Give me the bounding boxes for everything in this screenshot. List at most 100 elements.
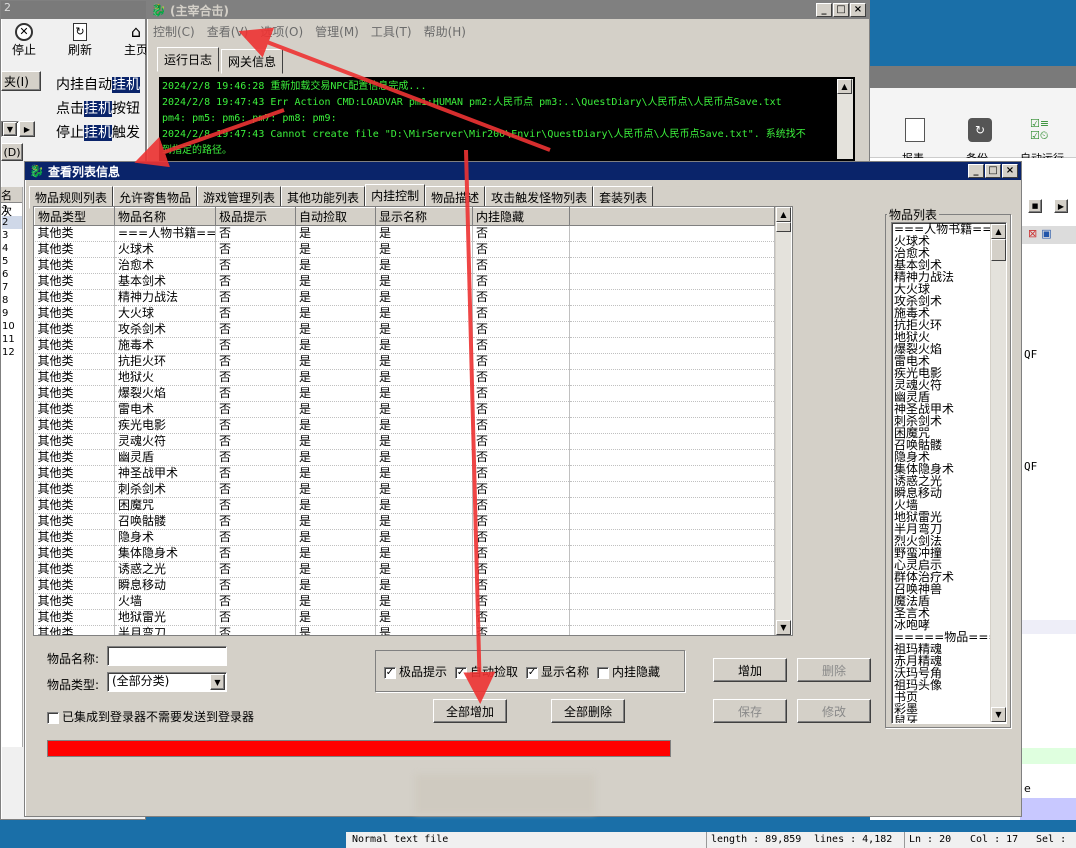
tab-run-log[interactable]: 运行日志	[157, 47, 220, 72]
scroll-thumb[interactable]	[776, 222, 791, 232]
table-cell: 否	[215, 273, 296, 290]
table-cell: 其他类	[34, 593, 115, 610]
add-button[interactable]: 增加	[713, 658, 787, 682]
menu-view[interactable]: 查看(V)	[207, 23, 249, 40]
item-list-scrollbar[interactable]: ▲ ▼	[990, 224, 1006, 722]
right-pause-button[interactable]: ■	[1028, 199, 1042, 213]
table-row[interactable]: 其他类 大火球否是是否	[34, 305, 775, 322]
item-type-select[interactable]: (全部分类)	[107, 672, 227, 692]
table-row[interactable]: 其他类 火球术否是是否	[34, 241, 775, 258]
menu-help[interactable]: 帮助(H)	[424, 23, 466, 40]
menu-options[interactable]: 选项(O)	[260, 23, 303, 40]
table-row[interactable]: 其他类 集体隐身术否是是否	[34, 545, 775, 562]
table-row[interactable]: 其他类 召唤骷髅否是是否	[34, 513, 775, 530]
table-row[interactable]: 其他类 基本剑术否是是否	[34, 273, 775, 290]
maximize-button[interactable]: □	[833, 3, 849, 17]
table-row[interactable]: 其他类 疾光电影否是是否	[34, 417, 775, 434]
option-checkbox[interactable]: ✓ 极品提示	[384, 663, 447, 680]
table-row[interactable]: 其他类 爆裂火焰否是是否	[34, 385, 775, 402]
table-cell: 否	[472, 481, 570, 498]
close-button[interactable]: ×	[1002, 164, 1018, 178]
right-play-button[interactable]: ▶	[1054, 199, 1068, 213]
scroll-up-arrow[interactable]: ▲	[837, 79, 852, 94]
delete-button[interactable]: 删除	[797, 658, 871, 682]
scroll-down-arrow[interactable]: ▼	[776, 620, 791, 635]
left-next-arrow[interactable]: ▶	[19, 121, 35, 137]
report-icon[interactable]	[905, 118, 925, 142]
stop-button[interactable]: ✕ 停止	[7, 23, 41, 58]
chevron-down-icon[interactable]: ▼	[210, 674, 225, 690]
column-header[interactable]: 物品类型	[34, 207, 115, 226]
table-scrollbar[interactable]: ▲ ▼	[775, 207, 791, 635]
table-row[interactable]: 其他类 半月弯刀否是是否	[34, 625, 775, 635]
table-row[interactable]: 其他类 地狱雷光否是是否	[34, 609, 775, 626]
table-row[interactable]: 其他类 灵魂火符否是是否	[34, 433, 775, 450]
checkbox-box[interactable]: ✓	[384, 666, 396, 679]
checkbox-box[interactable]: ✓	[526, 666, 539, 679]
table-row[interactable]: 其他类 攻杀剑术否是是否	[34, 321, 775, 338]
table-row[interactable]: 其他类 施毒术否是是否	[34, 337, 775, 354]
scroll-down-arrow[interactable]: ▼	[991, 707, 1006, 722]
minimize-button[interactable]: _	[968, 164, 984, 178]
table-row[interactable]: 其他类 精神力战法否是是否	[34, 289, 775, 306]
table-row[interactable]: 其他类 隐身术否是是否	[34, 529, 775, 546]
option-checkbox[interactable]: ✓ 自动捡取	[455, 663, 518, 680]
table-cell: 否	[472, 609, 570, 626]
table-cell: 爆裂火焰	[114, 385, 216, 402]
column-header[interactable]: 极品提示	[215, 207, 296, 226]
save-icon[interactable]: ▣	[1041, 227, 1051, 240]
table-cell-filler	[569, 369, 775, 386]
integrated-checkbox[interactable]: 已集成到登录器不需要发送到登录器	[47, 708, 254, 725]
column-header[interactable]: 物品名称	[114, 207, 216, 226]
table-cell: 否	[472, 449, 570, 466]
menu-tools[interactable]: 工具(T)	[371, 23, 412, 40]
left-btn-d[interactable]: (D)	[1, 143, 23, 161]
maximize-button[interactable]: □	[985, 164, 1001, 178]
table-row[interactable]: 其他类 神圣战甲术否是是否	[34, 465, 775, 482]
column-header[interactable]: 内挂隐藏	[472, 207, 570, 226]
scroll-thumb[interactable]	[991, 239, 1006, 261]
refresh-button[interactable]: ↻ 刷新	[63, 23, 97, 58]
autorun-icon[interactable]: ☑≡ ☑⏲	[1030, 118, 1056, 142]
table-row[interactable]: 其他类===人物书籍===否是是否	[34, 225, 775, 242]
backup-icon[interactable]: ↻	[968, 118, 992, 142]
add-all-button[interactable]: 全部增加	[433, 699, 507, 723]
table-cell-filler	[569, 305, 775, 322]
tab-4[interactable]: 内挂控制	[365, 184, 426, 207]
checkbox-box[interactable]: ✓	[455, 666, 468, 679]
table-cell: 否	[472, 513, 570, 530]
column-header[interactable]: 自动捡取	[295, 207, 376, 226]
checkbox-box[interactable]	[597, 666, 610, 679]
menu-control[interactable]: 控制(C)	[153, 23, 195, 40]
left-combo[interactable]: 夹(I)	[1, 71, 41, 91]
table-row[interactable]: 其他类 困魔咒否是是否	[34, 497, 775, 514]
left-dropdown-arrow[interactable]: ▼	[3, 122, 17, 136]
menu-manage[interactable]: 管理(M)	[315, 23, 359, 40]
table-row[interactable]: 其他类 抗拒火环否是是否	[34, 353, 775, 370]
table-row[interactable]: 其他类 刺杀剑术否是是否	[34, 481, 775, 498]
delete-all-button[interactable]: 全部删除	[551, 699, 625, 723]
right-app-titlebar	[870, 66, 1076, 88]
table-row[interactable]: 其他类 瞬息移动否是是否	[34, 577, 775, 594]
table-row[interactable]: 其他类 诱惑之光否是是否	[34, 561, 775, 578]
close-button[interactable]: ×	[850, 3, 866, 17]
table-row[interactable]: 其他类 治愈术否是是否	[34, 257, 775, 274]
option-checkbox[interactable]: 内挂隐藏	[597, 663, 660, 680]
left-text-panel: 内挂自动挂机 点击挂机按钮 停止挂机触发	[56, 73, 147, 145]
log-scrollbar[interactable]: ▲	[837, 79, 853, 159]
close-icon[interactable]: ⊠	[1028, 227, 1037, 240]
table-row[interactable]: 其他类 火墙否是是否	[34, 593, 775, 610]
scroll-up-arrow[interactable]: ▲	[991, 224, 1006, 239]
minimize-button[interactable]: _	[816, 3, 832, 17]
modify-button[interactable]: 修改	[797, 699, 871, 723]
scroll-up-arrow[interactable]: ▲	[776, 207, 791, 222]
tab-gateway-info[interactable]: 网关信息	[221, 49, 284, 74]
table-row[interactable]: 其他类 雷电术否是是否	[34, 401, 775, 418]
item-name-input[interactable]	[107, 646, 227, 666]
option-checkbox[interactable]: ✓ 显示名称	[526, 663, 589, 680]
column-header[interactable]: 显示名称	[375, 207, 473, 226]
table-row[interactable]: 其他类 地狱火否是是否	[34, 369, 775, 386]
integrated-checkbox-box[interactable]	[47, 711, 59, 724]
save-button[interactable]: 保存	[713, 699, 787, 723]
table-row[interactable]: 其他类 幽灵盾否是是否	[34, 449, 775, 466]
